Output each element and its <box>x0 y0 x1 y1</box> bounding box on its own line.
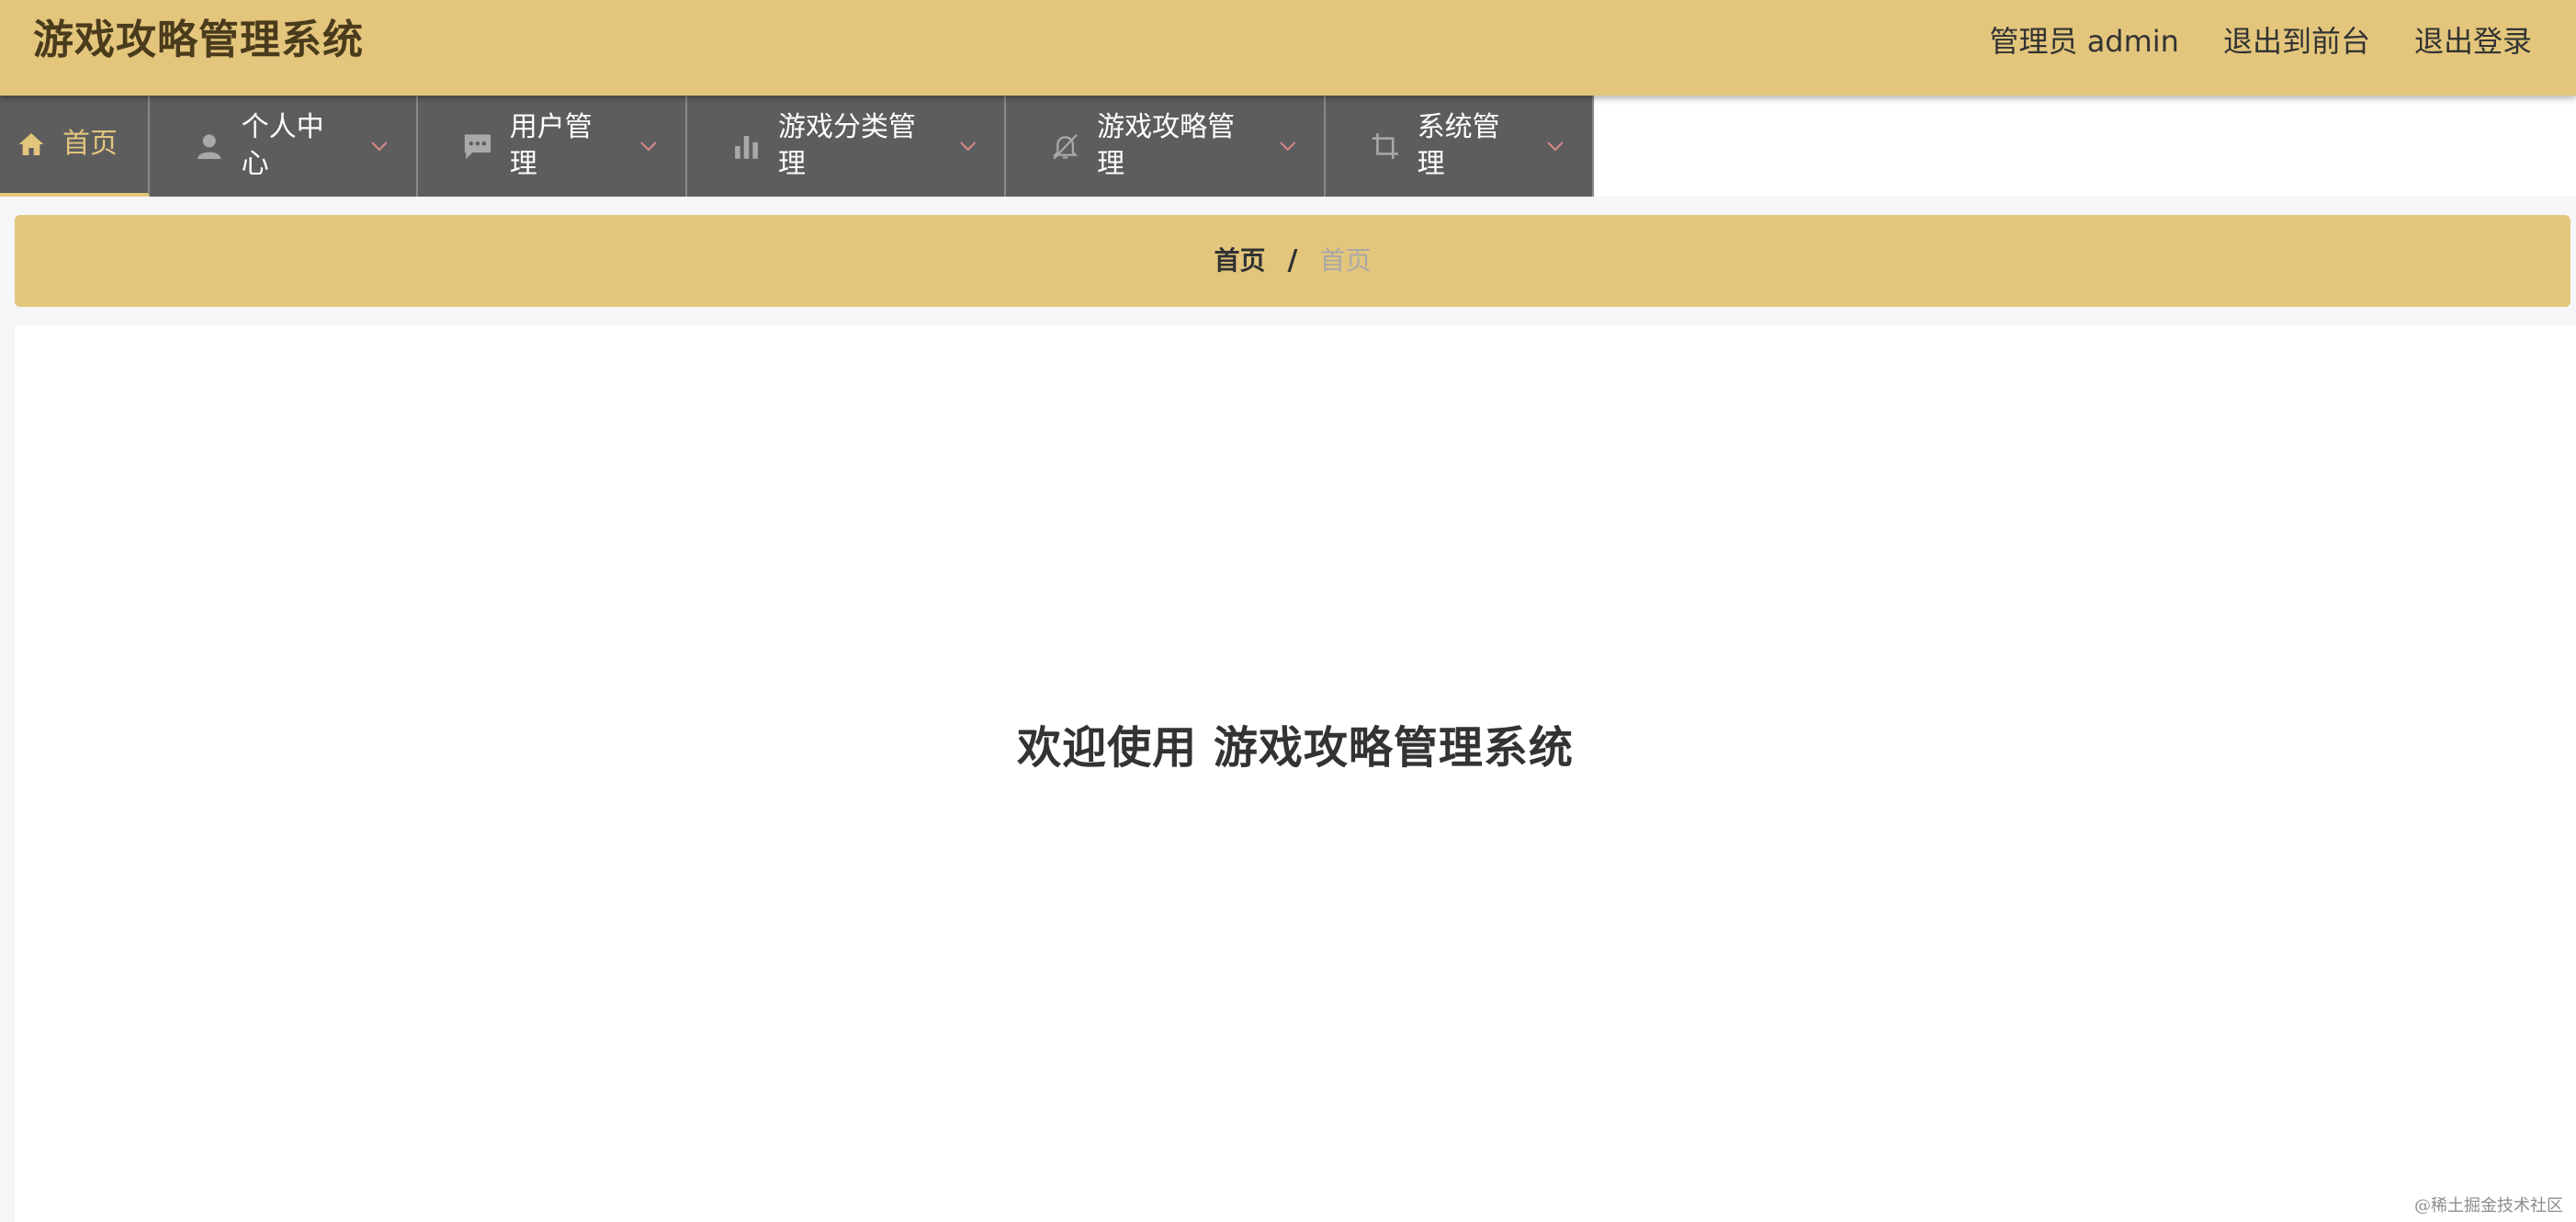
watermark: @稀土掘金技术社区 <box>2414 1196 2563 1216</box>
breadcrumb-current: 首页 <box>1319 245 1372 276</box>
chat-icon <box>464 134 491 160</box>
breadcrumb-separator: / <box>1287 244 1298 277</box>
chevron-down-icon <box>640 141 657 152</box>
bar-chart-icon <box>735 136 758 159</box>
top-header: 游戏攻略管理系统 管理员 admin 退出到前台 退出登录 <box>0 0 2576 96</box>
app-title: 游戏攻略管理系统 <box>33 17 364 63</box>
header-right: 管理员 admin 退出到前台 退出登录 <box>1990 18 2532 64</box>
nav-item-user-management[interactable]: 用户管理 <box>418 96 687 197</box>
nav-item-game-category-management[interactable]: 游戏分类管理 <box>687 96 1006 197</box>
chevron-down-icon <box>371 141 388 152</box>
breadcrumb-home[interactable]: 首页 <box>1215 243 1266 279</box>
nav-bar: 首页 个人中心 用户管理 游戏分类管理 游戏攻略管理 系统管理 <box>0 96 2576 197</box>
nav-label-user-management: 用户管理 <box>509 111 593 180</box>
chevron-down-icon <box>959 141 976 152</box>
logout-link[interactable]: 退出登录 <box>2414 18 2532 64</box>
user-icon <box>198 134 221 160</box>
current-user: 管理员 admin <box>1989 24 2179 59</box>
welcome-message: 欢迎使用 游戏攻略管理系统 <box>1017 722 1574 774</box>
home-icon <box>18 133 44 155</box>
nav-item-game-guide-management[interactable]: 游戏攻略管理 <box>1006 96 1326 197</box>
chevron-down-icon <box>1279 141 1295 152</box>
nav-menu: 首页 个人中心 用户管理 游戏分类管理 游戏攻略管理 系统管理 <box>0 96 1594 197</box>
nav-item-personal-center[interactable]: 个人中心 <box>150 96 418 197</box>
exit-to-frontend-link[interactable]: 退出到前台 <box>2223 18 2370 64</box>
nav-item-home[interactable]: 首页 <box>0 96 150 197</box>
bell-off-icon <box>1052 133 1079 160</box>
nav-item-system-management[interactable]: 系统管理 <box>1326 96 1594 197</box>
nav-label-system-management: 系统管理 <box>1417 111 1500 180</box>
nav-label-game-category-management: 游戏分类管理 <box>777 111 916 180</box>
nav-label-personal-center: 个人中心 <box>241 111 324 180</box>
nav-label-game-guide-management: 游戏攻略管理 <box>1097 111 1236 180</box>
crop-icon <box>1372 132 1398 160</box>
breadcrumb: 首页 / 首页 <box>15 215 2570 307</box>
main-panel: 欢迎使用 游戏攻略管理系统 <box>15 325 2576 1222</box>
nav-label-home: 首页 <box>62 128 118 160</box>
chevron-down-icon <box>1547 141 1564 152</box>
